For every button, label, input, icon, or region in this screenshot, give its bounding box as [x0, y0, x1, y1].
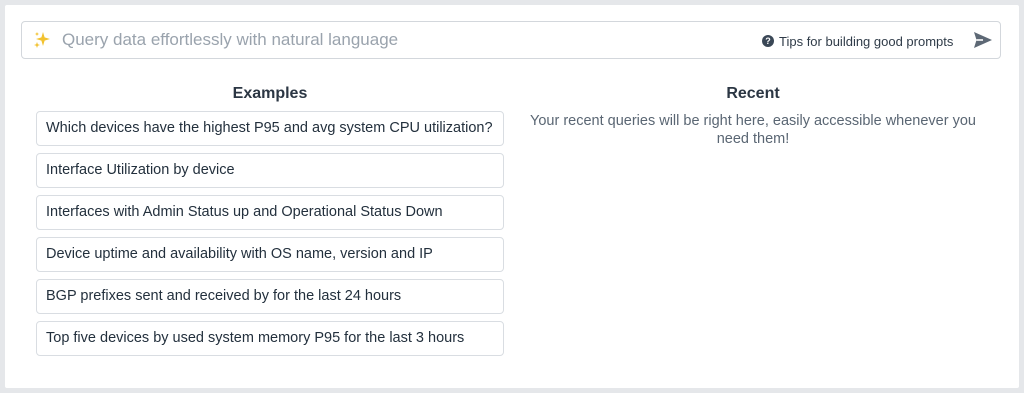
recent-heading: Recent: [726, 85, 780, 102]
question-circle-icon: ?: [762, 35, 774, 47]
example-query-item[interactable]: Interface Utilization by device: [36, 153, 504, 188]
send-icon[interactable]: [972, 30, 994, 50]
sparkle-icon: [34, 32, 50, 48]
example-query-item[interactable]: Which devices have the highest P95 and a…: [36, 111, 504, 146]
examples-list: Which devices have the highest P95 and a…: [36, 111, 504, 363]
query-input[interactable]: [62, 28, 742, 52]
example-query-item[interactable]: BGP prefixes sent and received by for th…: [36, 279, 504, 314]
examples-heading: Examples: [232, 85, 308, 102]
example-query-item[interactable]: Interfaces with Admin Status up and Oper…: [36, 195, 504, 230]
tips-link[interactable]: ? Tips for building good prompts: [762, 33, 953, 49]
recent-empty-message: Your recent queries will be right here, …: [530, 113, 976, 147]
example-query-item[interactable]: Device uptime and availability with OS n…: [36, 237, 504, 272]
example-query-item[interactable]: Top five devices by used system memory P…: [36, 321, 504, 356]
query-bar[interactable]: ? Tips for building good prompts: [21, 21, 1001, 59]
tips-label: Tips for building good prompts: [779, 33, 954, 49]
query-panel: ? Tips for building good prompts Example…: [5, 5, 1019, 388]
